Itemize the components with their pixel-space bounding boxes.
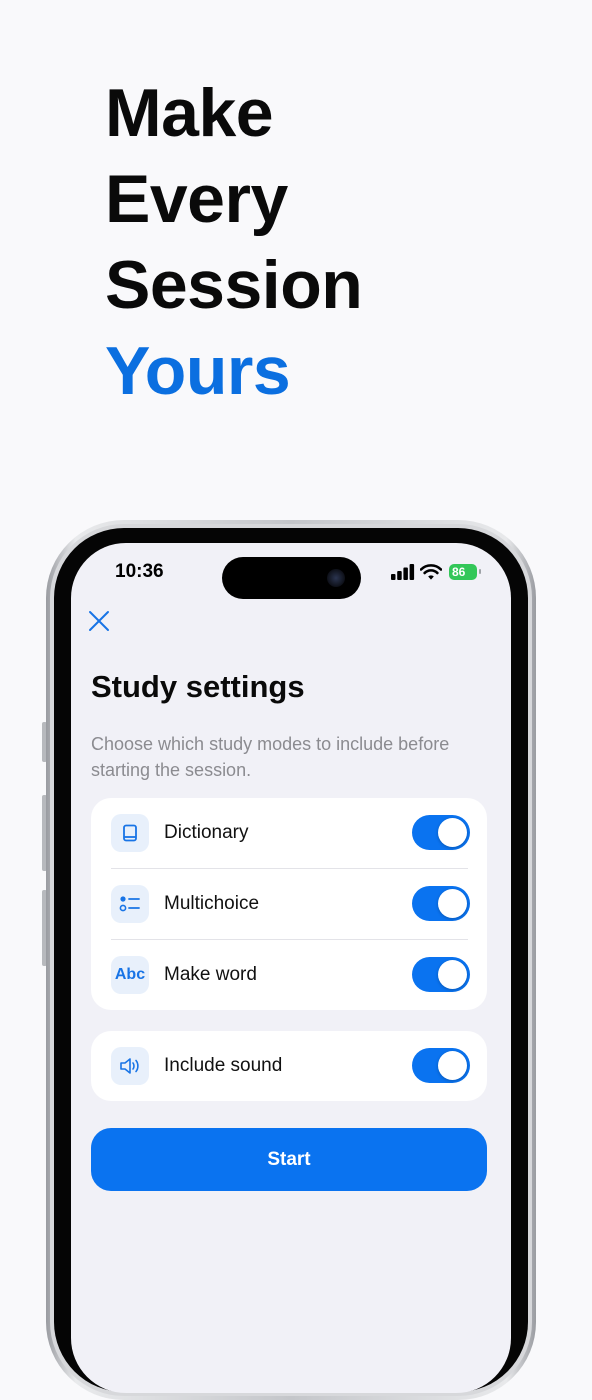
book-icon [111,814,149,852]
camera-icon [327,569,345,587]
dictionary-toggle[interactable] [412,815,470,850]
signal-icon [391,564,415,580]
status-icons: 86 [391,563,483,583]
wifi-icon [420,564,442,580]
headline-line-3: Session [105,247,363,323]
mode-row-dictionary: Dictionary [91,798,487,868]
page-title: Study settings [91,669,305,704]
study-modes-card: Dictionary Multichoice Abc Make word [91,798,487,1010]
mode-row-multichoice: Multichoice [91,869,487,939]
include-sound-toggle[interactable] [412,1048,470,1083]
battery-tip [479,569,481,574]
marketing-headline: Make Every Session Yours [105,70,363,414]
abc-icon: Abc [111,956,149,994]
close-button[interactable] [87,609,111,633]
status-time: 10:36 [115,561,164,582]
abc-icon-text: Abc [114,966,146,983]
toggle-knob [438,1051,467,1080]
battery-icon: 86 [449,564,477,580]
toggle-knob [438,960,467,989]
speaker-icon [111,1047,149,1085]
make-word-toggle[interactable] [412,957,470,992]
sound-label: Include sound [164,1055,283,1076]
sound-row: Include sound [91,1031,487,1101]
mode-label-multichoice: Multichoice [164,893,260,914]
headline-line-2: Every [105,161,288,237]
headline-line-4-accent: Yours [105,333,291,409]
close-icon [89,611,109,631]
battery-level: 86 [452,565,466,579]
page-subtitle: Choose which study modes to include befo… [91,734,450,780]
headline-line-1: Make [105,75,274,151]
mode-row-make-word: Abc Make word [91,940,487,1010]
mode-label-dictionary: Dictionary [164,822,249,843]
multichoice-toggle[interactable] [412,886,470,921]
list-icon [111,885,149,923]
phone-screen: 10:36 86 Study settings Choose which stu… [71,543,511,1393]
toggle-knob [438,818,467,847]
start-button[interactable]: Start [91,1128,487,1191]
toggle-knob [438,889,467,918]
sound-card: Include sound [91,1031,487,1101]
dynamic-island [222,557,361,599]
mode-label-make-word: Make word [164,964,257,985]
